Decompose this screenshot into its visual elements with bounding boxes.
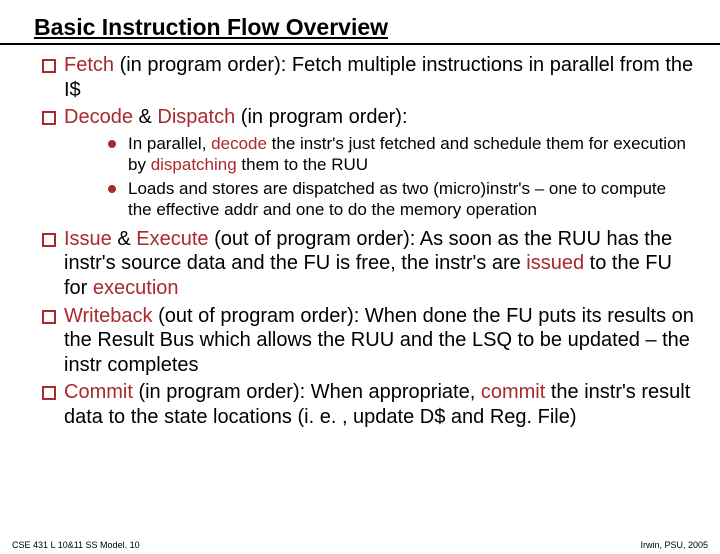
footer-right: Irwin, PSU, 2005 xyxy=(640,540,708,550)
text-segment: Writeback xyxy=(64,305,158,327)
text-segment: In parallel, xyxy=(128,134,211,153)
text-segment: Commit xyxy=(64,381,138,403)
slide-title: Basic Instruction Flow Overview xyxy=(34,14,720,41)
text-segment: execution xyxy=(93,277,179,299)
text-segment: (in program order): When appropriate, xyxy=(138,381,480,403)
slide-body: Fetch (in program order): Fetch multiple… xyxy=(0,53,720,429)
text-segment: dispatching xyxy=(151,155,237,174)
text-segment: Issue xyxy=(64,228,117,250)
text-segment: & xyxy=(117,228,136,250)
text-segment: commit xyxy=(481,381,545,403)
text-segment: Dispatch xyxy=(157,106,240,128)
text-segment: decode xyxy=(211,134,267,153)
bullet-item: Fetch (in program order): Fetch multiple… xyxy=(40,53,700,102)
title-rule xyxy=(0,43,720,45)
bullet-item: Writeback (out of program order): When d… xyxy=(40,304,700,378)
text-segment: Execute xyxy=(136,228,214,250)
text-segment: Loads and stores are dispatched as two (… xyxy=(128,179,666,219)
sub-bullet-item: Loads and stores are dispatched as two (… xyxy=(108,179,686,220)
text-segment: (in program order): xyxy=(241,106,408,128)
slide-footer: CSE 431 L 10&11 SS Model. 10 Irwin, PSU,… xyxy=(12,540,708,550)
sub-bullet-item: In parallel, decode the instr's just fet… xyxy=(108,134,686,175)
bullet-item: Issue & Execute (out of program order): … xyxy=(40,227,700,301)
text-segment: & xyxy=(139,106,158,128)
bullet-item: Decode & Dispatch (in program order): In … xyxy=(40,105,700,221)
text-segment: Decode xyxy=(64,106,139,128)
text-segment: them to the RUU xyxy=(237,155,368,174)
bullet-item: Commit (in program order): When appropri… xyxy=(40,380,700,429)
bullet-list: Fetch (in program order): Fetch multiple… xyxy=(20,53,700,429)
text-segment: Fetch xyxy=(64,54,120,76)
text-segment: (in program order): Fetch multiple instr… xyxy=(64,54,693,101)
text-segment: issued xyxy=(526,252,584,274)
footer-left: CSE 431 L 10&11 SS Model. 10 xyxy=(12,540,140,550)
text-segment: (out of program order): When done the FU… xyxy=(64,305,694,376)
sub-list: In parallel, decode the instr's just fet… xyxy=(64,134,700,221)
